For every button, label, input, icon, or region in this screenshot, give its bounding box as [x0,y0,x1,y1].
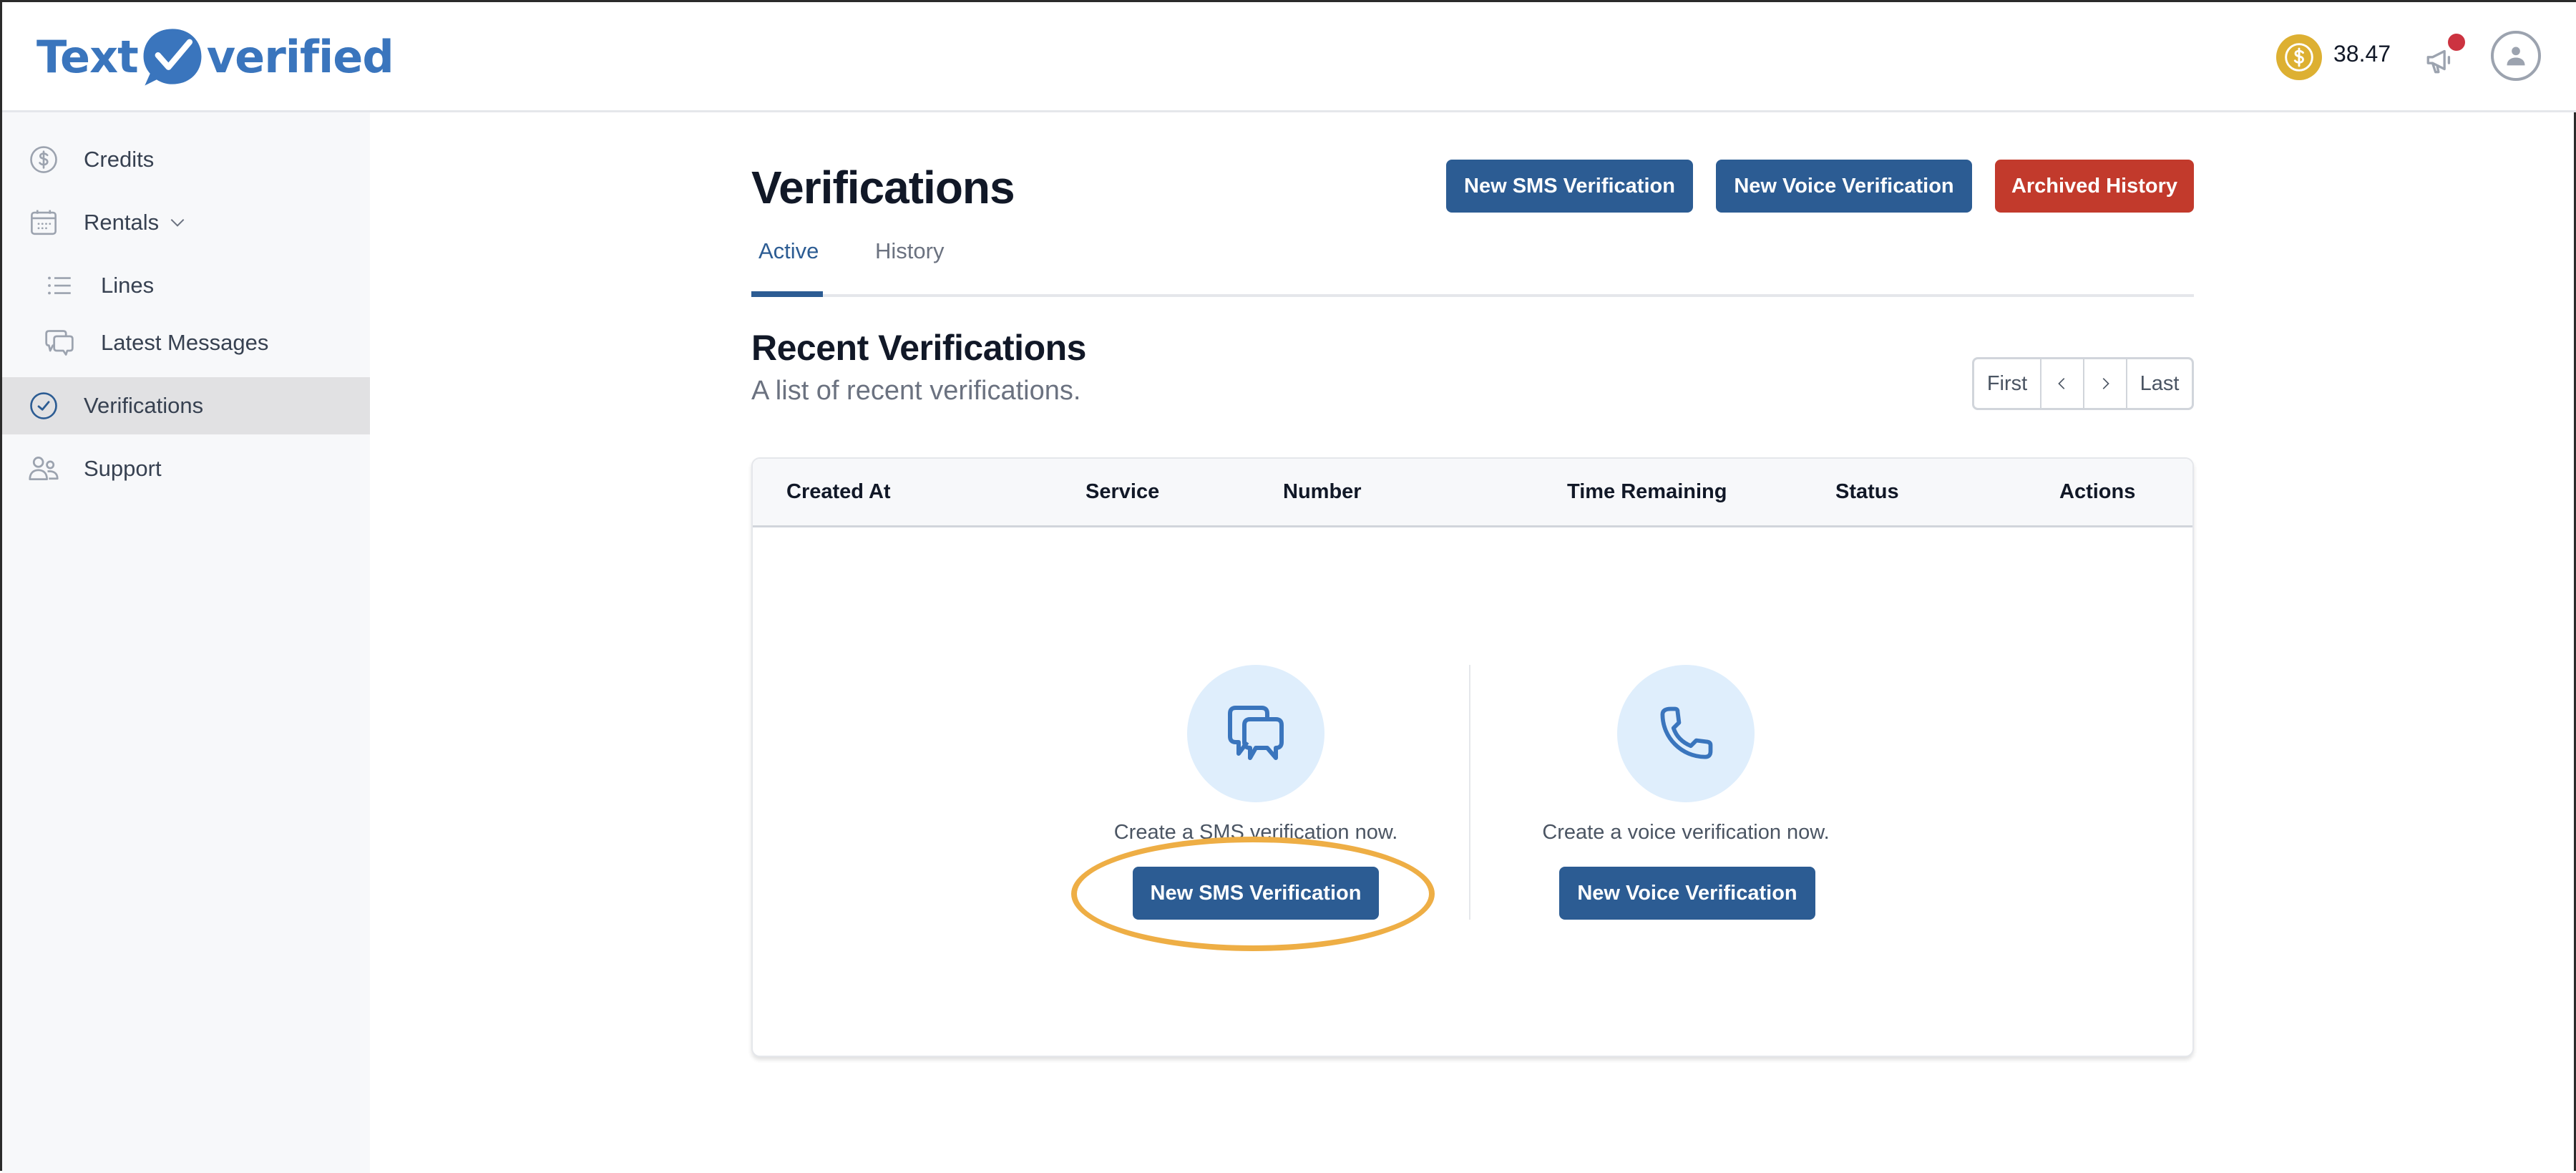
sidebar-item-credits[interactable]: Credits [2,131,370,188]
page-title: Verifications [751,162,1015,213]
verifications-table: Created At Service Number Time Remaining… [751,457,2194,1057]
empty-state-divider [1469,665,1470,920]
section-title: Recent Verifications [751,328,1086,368]
column-status: Status [1835,480,1899,503]
empty-new-voice-verification-button[interactable]: New Voice Verification [1559,867,1815,920]
user-avatar-icon[interactable] [2491,31,2541,81]
logo-text-left: Text [36,30,139,83]
sidebar-item-rentals[interactable]: Rentals [2,194,370,251]
column-actions: Actions [2059,480,2136,503]
last-page-button[interactable]: Last [2127,359,2192,408]
tab-active[interactable]: Active [758,238,819,264]
chat-bubbles-icon [44,327,75,359]
column-created-at: Created At [786,480,891,503]
new-sms-verification-button[interactable]: New SMS Verification [1446,160,1693,213]
next-page-button[interactable] [2084,359,2127,408]
sidebar-item-label: Verifications [84,393,204,418]
sidebar-item-support[interactable]: Support [2,440,370,497]
sidebar-item-label: Rentals [84,210,160,235]
chevron-right-icon [2102,378,2109,389]
check-circle-icon [28,390,59,422]
phone-icon [1660,706,1713,759]
top-header: Text verified 38.47 [2,2,2576,112]
users-icon [28,453,59,485]
chat-check-bubble-icon [143,29,202,86]
column-number: Number [1283,480,1362,503]
sidebar-item-label: Support [84,456,162,481]
sidebar-item-label: Lines [101,273,155,298]
sidebar-item-label: Credits [84,147,155,172]
sidebar: Credits Rentals Lines Latest Messages Ve… [2,112,370,1173]
archived-history-button[interactable]: Archived History [1995,160,2194,213]
new-voice-verification-button[interactable]: New Voice Verification [1716,160,1972,213]
prev-page-button[interactable] [2041,359,2084,408]
voice-empty-icon-circle [1617,665,1755,802]
tab-bar: Active History [751,231,2194,297]
sms-empty-icon-circle [1187,665,1324,802]
sms-empty-text: Create a SMS verification now. [1113,821,1398,844]
active-tab-indicator [751,291,823,297]
app-frame: Text verified 38.47 Credits Rentals Line… [0,0,2576,1173]
logo[interactable]: Text verified [36,24,394,89]
empty-new-sms-verification-button[interactable]: New SMS Verification [1133,867,1379,920]
calendar-icon [28,207,59,238]
sidebar-item-label: Latest Messages [101,330,269,355]
tab-history[interactable]: History [875,238,944,264]
credit-balance: 38.47 [2333,41,2391,67]
logo-text-right: verified [206,30,394,83]
chevron-left-icon [2058,378,2065,389]
dollar-circle-icon [28,144,59,175]
sidebar-item-latest-messages[interactable]: Latest Messages [2,314,370,371]
first-page-button[interactable]: First [1974,359,2041,408]
pagination: First Last [1972,357,2194,410]
dollar-coin-icon[interactable] [2276,34,2322,80]
column-service: Service [1085,480,1160,503]
column-time-remaining: Time Remaining [1567,480,1727,503]
table-header: Created At Service Number Time Remaining… [753,459,2192,527]
chat-bubbles-icon [1228,706,1284,760]
chevron-down-icon[interactable] [168,213,187,232]
notification-badge [2448,34,2465,51]
voice-empty-text: Create a voice verification now. [1542,821,1830,844]
section-subtitle: A list of recent verifications. [751,376,1081,406]
sidebar-item-verifications[interactable]: Verifications [2,377,370,434]
list-icon [44,270,75,301]
sidebar-item-lines[interactable]: Lines [2,257,370,314]
